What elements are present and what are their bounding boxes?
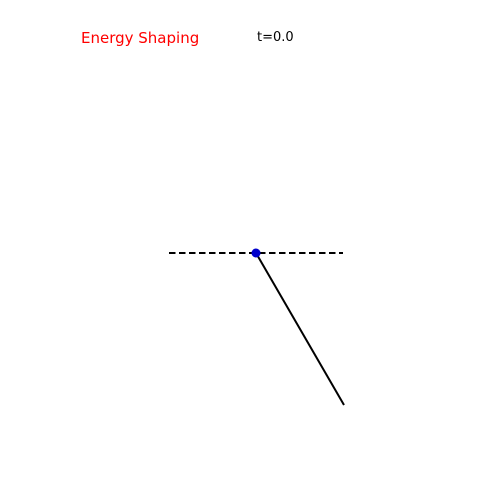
cart-pivot-marker bbox=[251, 248, 261, 258]
time-label: t=0.0 bbox=[257, 30, 294, 45]
pendulum-animation-canvas bbox=[169, 248, 345, 406]
plot-title: Energy Shaping bbox=[81, 29, 200, 47]
pendulum-rod bbox=[255, 252, 345, 406]
